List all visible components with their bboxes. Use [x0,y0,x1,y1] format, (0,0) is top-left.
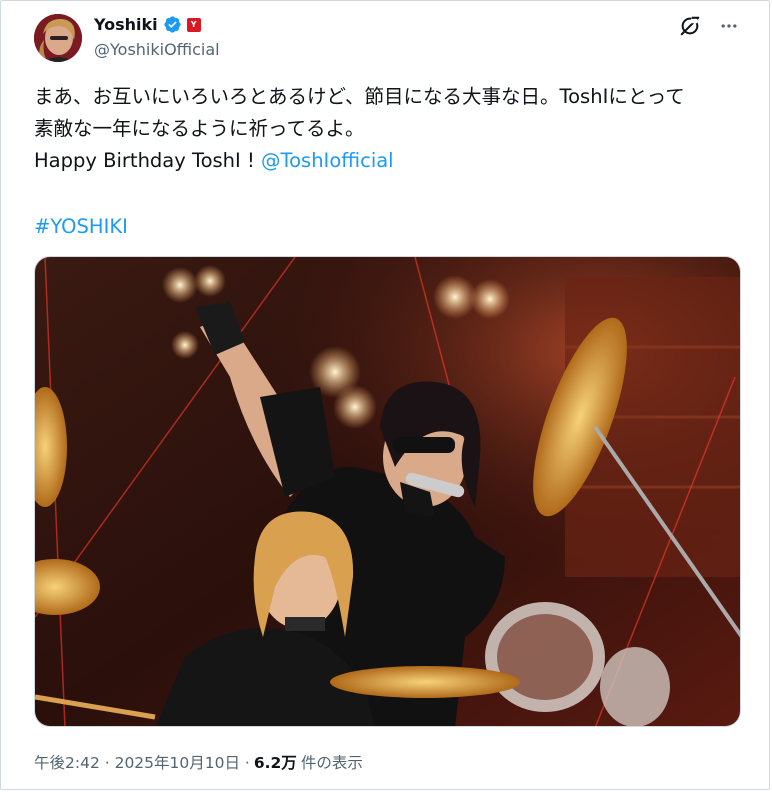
tweet-text: まあ、お互いにいろいろとあるけど、節目になる大事な日。ToshIにとって 素敵な… [34,81,749,177]
avatar[interactable] [34,14,82,62]
views-label: 件の表示 [300,754,363,772]
verified-badge-icon[interactable] [163,15,182,34]
mention-link[interactable]: @ToshIofficial [261,149,394,172]
concert-photo [35,257,740,726]
display-name[interactable]: Yoshiki [94,15,158,34]
tweet-meta: 午後2:42 · 2025年10月10日 · 6.2万 件の表示 [34,751,363,773]
tweet-line-1: まあ、お互いにいろいろとあるけど、節目になる大事な日。ToshIにとって [34,85,685,108]
grok-icon[interactable] [679,15,701,37]
affiliate-badge-icon[interactable]: Y [186,17,201,32]
birthday-text: Happy Birthday ToshI ! [34,149,262,172]
tweet-line-3: Happy Birthday ToshI ! @ToshIofficial [34,145,749,177]
more-options-icon[interactable] [719,16,739,36]
timestamp[interactable]: 午後2:42 · 2025年10月10日 · [34,751,250,773]
avatar-image [34,14,82,62]
tweet-card[interactable]: Yoshiki Y @YoshikiOfficial まあ、お互いにいろいろとあ… [0,0,770,790]
hashtag-link[interactable]: #YOSHIKI [34,211,128,243]
tweet-line-2: 素敵な一年になるように祈ってるよ。 [34,117,365,140]
user-handle[interactable]: @YoshikiOfficial [94,40,220,59]
views-count: 6.2万 [253,754,297,772]
tweet-photo[interactable] [34,256,741,727]
